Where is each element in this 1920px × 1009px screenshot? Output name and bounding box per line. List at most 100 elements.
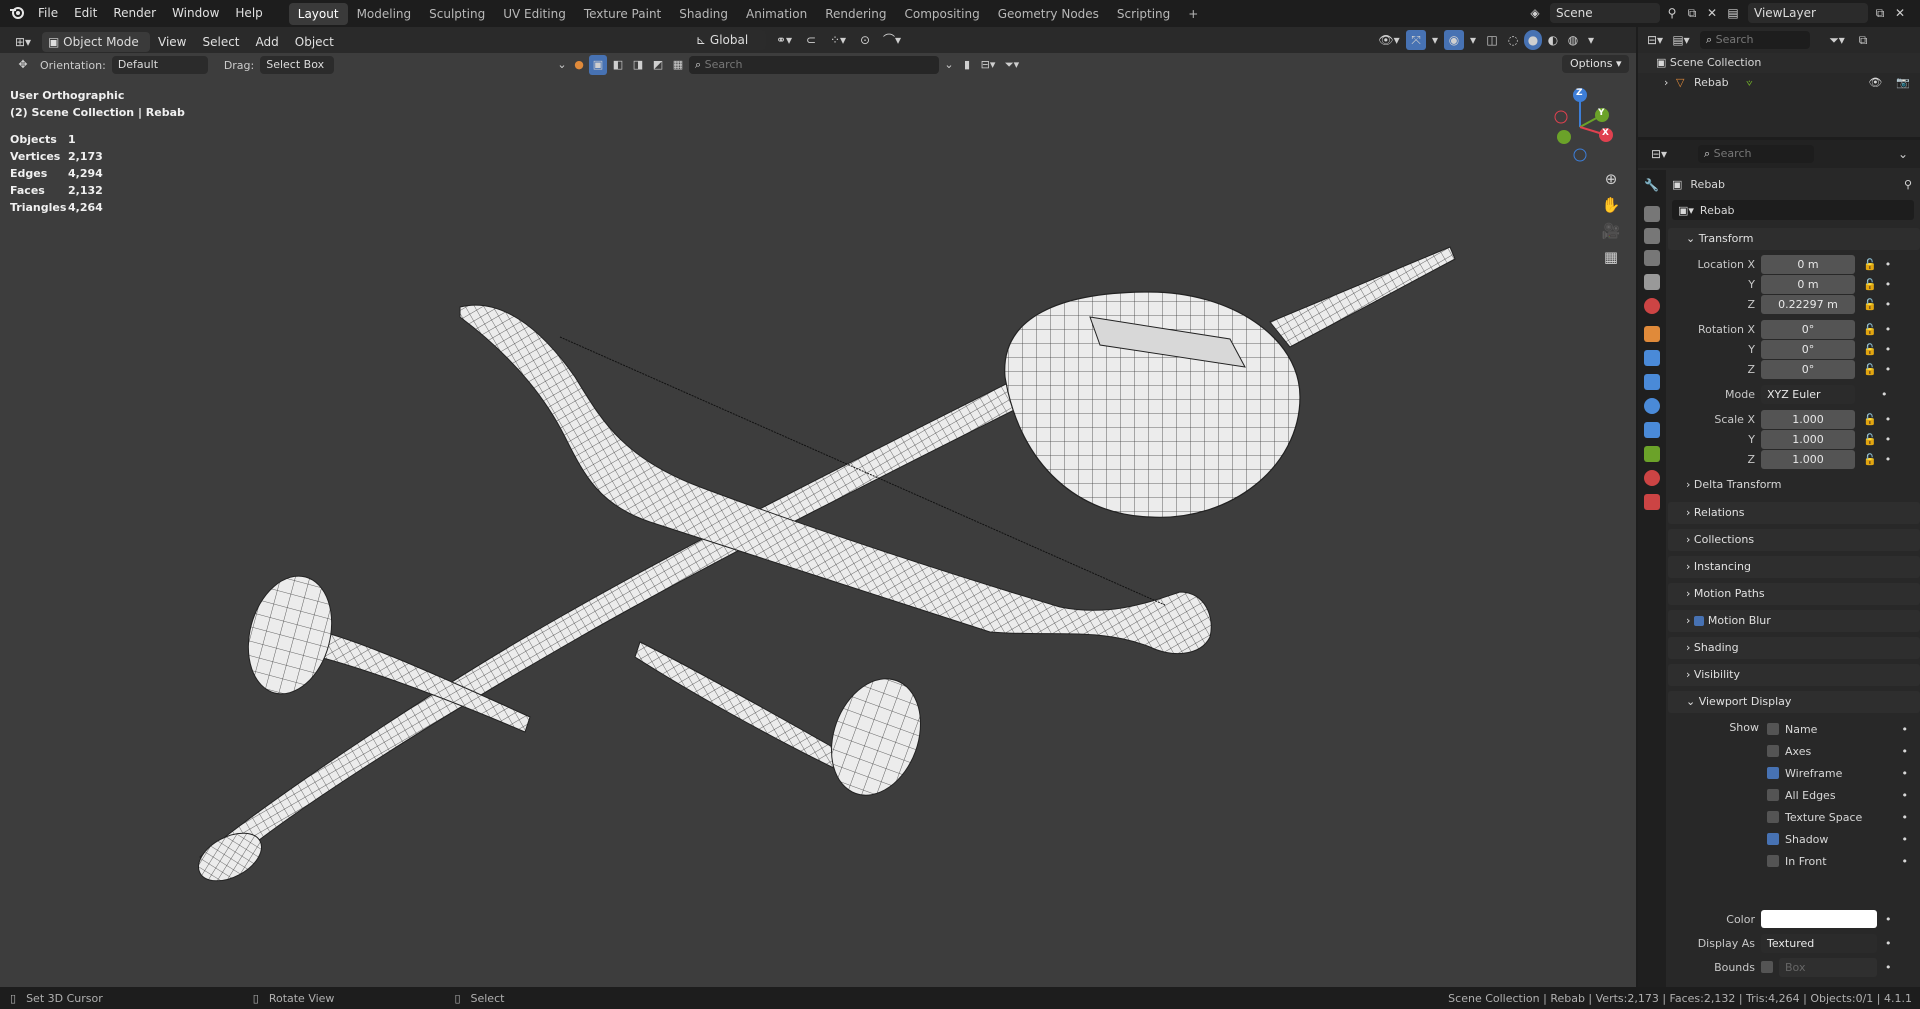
tab-modeling[interactable]: Modeling — [348, 3, 421, 25]
keyframe-dot-icon[interactable]: • — [1902, 723, 1909, 736]
3d-viewport[interactable]: User Orthographic (2) Scene Collection |… — [0, 77, 1636, 987]
render-tab-icon[interactable] — [1644, 206, 1660, 222]
keyframe-dot-icon[interactable]: • — [1902, 789, 1909, 802]
view-layer-field[interactable]: ViewLayer — [1748, 3, 1868, 23]
menu-file[interactable]: File — [30, 0, 66, 27]
lock-icon[interactable]: 🔓 — [1863, 323, 1877, 336]
outliner-editor-icon[interactable]: ⊟▾ — [1644, 30, 1666, 50]
checkbox[interactable] — [1767, 723, 1779, 735]
pivot-icon[interactable]: ⚭▾ — [770, 30, 798, 50]
outliner-row-rebab[interactable]: › ▽ Rebab ⟇ 👁 📷 — [1638, 73, 1920, 93]
shading-dropdown-icon[interactable]: ▾ — [1584, 30, 1598, 50]
keyframe-dot-icon[interactable]: • — [1885, 453, 1892, 466]
location-x-field[interactable]: 0 m — [1761, 254, 1855, 274]
keyframe-dot-icon[interactable]: • — [1902, 811, 1909, 824]
constraints-tab-icon[interactable] — [1644, 422, 1660, 438]
gizmo-dropdown-icon[interactable]: ▾ — [1428, 30, 1442, 50]
pan-hand-icon[interactable]: ✋ — [1600, 195, 1622, 215]
tab-geometry-nodes[interactable]: Geometry Nodes — [989, 3, 1108, 25]
viewport-display-panel-header[interactable]: ⌄ Viewport Display — [1668, 691, 1920, 713]
gizmo-toggle-icon[interactable]: ⤧ — [1406, 30, 1426, 50]
keyframe-dot-icon[interactable]: • — [1885, 258, 1892, 271]
editor-type-icon[interactable]: ⊞▾ — [8, 32, 38, 52]
keyframe-dot-icon[interactable]: • — [1885, 961, 1892, 974]
keyframe-dot-icon[interactable]: • — [1902, 833, 1909, 846]
show-checkbox-row[interactable]: Shadow • — [1767, 828, 1920, 850]
keyframe-dot-icon[interactable]: • — [1881, 388, 1888, 401]
bookmark-icon[interactable]: ▮ — [959, 55, 975, 75]
keyframe-dot-icon[interactable]: • — [1885, 937, 1892, 950]
outliner-row-collection[interactable]: ▣ Scene Collection — [1638, 53, 1920, 73]
select-mode-3-icon[interactable]: ◩ — [649, 55, 667, 75]
menu-select[interactable]: Select — [194, 29, 247, 56]
checkbox[interactable] — [1767, 833, 1779, 845]
lock-icon[interactable]: 🔓 — [1863, 258, 1877, 271]
tab-layout[interactable]: Layout — [288, 2, 348, 25]
outliner-filter-icon[interactable]: ⏷▾ — [1826, 30, 1848, 50]
material-shading-icon[interactable]: ◐ — [1544, 30, 1562, 50]
delete-view-layer-icon[interactable]: ✕ — [1892, 3, 1908, 23]
scale-x-field[interactable]: 1.000 — [1761, 409, 1855, 429]
delete-scene-icon[interactable]: ✕ — [1704, 3, 1720, 23]
view-layer-tab-icon[interactable] — [1644, 250, 1660, 266]
wireframe-shading-icon[interactable]: ◌ — [1504, 30, 1522, 50]
clear-search-icon[interactable]: ⌄ — [941, 55, 957, 75]
menu-edit[interactable]: Edit — [66, 0, 105, 27]
outliner-display-icon[interactable]: ▤▾ — [1670, 30, 1692, 50]
lock-icon[interactable]: 🔓 — [1863, 343, 1877, 356]
show-checkbox-row[interactable]: Texture Space • — [1767, 806, 1920, 828]
select-mode-4-icon[interactable]: ▦ — [669, 55, 687, 75]
proportional-edit-icon[interactable]: ⊙ — [856, 30, 874, 50]
blender-logo-icon[interactable] — [4, 4, 30, 24]
lock-icon[interactable]: 🔓 — [1863, 453, 1877, 466]
keyframe-dot-icon[interactable]: • — [1885, 913, 1892, 926]
menu-add[interactable]: Add — [248, 29, 287, 56]
show-checkbox-row[interactable]: Name • — [1767, 718, 1920, 740]
texture-tab-icon[interactable] — [1644, 494, 1660, 510]
show-checkbox-row[interactable]: Wireframe • — [1767, 762, 1920, 784]
keyframe-dot-icon[interactable]: • — [1885, 363, 1892, 376]
world-tab-icon[interactable] — [1644, 298, 1660, 314]
move-tool-icon[interactable]: ✥ — [12, 55, 34, 75]
rotation-y-field[interactable]: 0° — [1761, 339, 1855, 359]
menu-render[interactable]: Render — [105, 0, 164, 27]
filter-collapse-icon[interactable]: ⌄ — [555, 55, 569, 75]
solid-shading-icon[interactable]: ● — [1524, 30, 1542, 50]
lock-icon[interactable]: 🔓 — [1863, 433, 1877, 446]
proportional-falloff-icon[interactable]: ⌒▾ — [878, 30, 906, 50]
show-checkbox-row[interactable]: Axes • — [1767, 740, 1920, 762]
camera-render-icon[interactable]: 📷 — [1896, 73, 1910, 93]
expand-arrow-icon[interactable]: › — [1664, 73, 1676, 93]
add-workspace-button[interactable]: + — [1179, 3, 1207, 25]
viewport-search-input[interactable]: ⌕ Search — [689, 56, 939, 74]
keyframe-dot-icon[interactable]: • — [1902, 855, 1909, 868]
select-mode-icon[interactable]: ◧ — [609, 55, 627, 75]
collections-panel-header[interactable]: › Collections — [1668, 529, 1920, 551]
location-z-field[interactable]: 0.22297 m — [1761, 294, 1855, 314]
display-mode-icon[interactable]: ⊟▾ — [977, 55, 999, 75]
bounds-checkbox[interactable] — [1761, 961, 1773, 973]
show-checkbox-row[interactable]: All Edges • — [1767, 784, 1920, 806]
menu-window[interactable]: Window — [164, 0, 227, 27]
data-tab-icon[interactable] — [1644, 446, 1660, 462]
checkbox[interactable] — [1767, 811, 1779, 823]
keyframe-dot-icon[interactable]: • — [1885, 278, 1892, 291]
pin-icon[interactable]: ⚲ — [1664, 3, 1680, 23]
shading-panel-header[interactable]: › Shading — [1668, 637, 1920, 659]
rendered-shading-icon[interactable]: ◍ — [1564, 30, 1582, 50]
orientation-dropdown[interactable]: Default — [111, 56, 208, 74]
relations-panel-header[interactable]: › Relations — [1668, 502, 1920, 524]
display-as-dropdown[interactable]: Textured — [1761, 933, 1877, 953]
rotation-mode-dropdown[interactable]: XYZ Euler — [1761, 384, 1855, 404]
output-tab-icon[interactable] — [1644, 228, 1660, 244]
transform-orientation-dropdown[interactable]: ⊾ Global — [690, 30, 766, 50]
menu-view[interactable]: View — [150, 29, 194, 56]
filter-icon[interactable]: ⏷▾ — [1001, 55, 1023, 75]
snap-icon[interactable]: ⊂ — [802, 30, 820, 50]
properties-editor-icon[interactable]: ⊟▾ — [1648, 144, 1670, 164]
tab-scripting[interactable]: Scripting — [1108, 3, 1179, 25]
tab-rendering[interactable]: Rendering — [816, 3, 895, 25]
drag-dropdown[interactable]: Select Box — [260, 56, 335, 74]
motion-blur-panel-header[interactable]: › Motion Blur — [1668, 610, 1920, 632]
tab-compositing[interactable]: Compositing — [895, 3, 988, 25]
